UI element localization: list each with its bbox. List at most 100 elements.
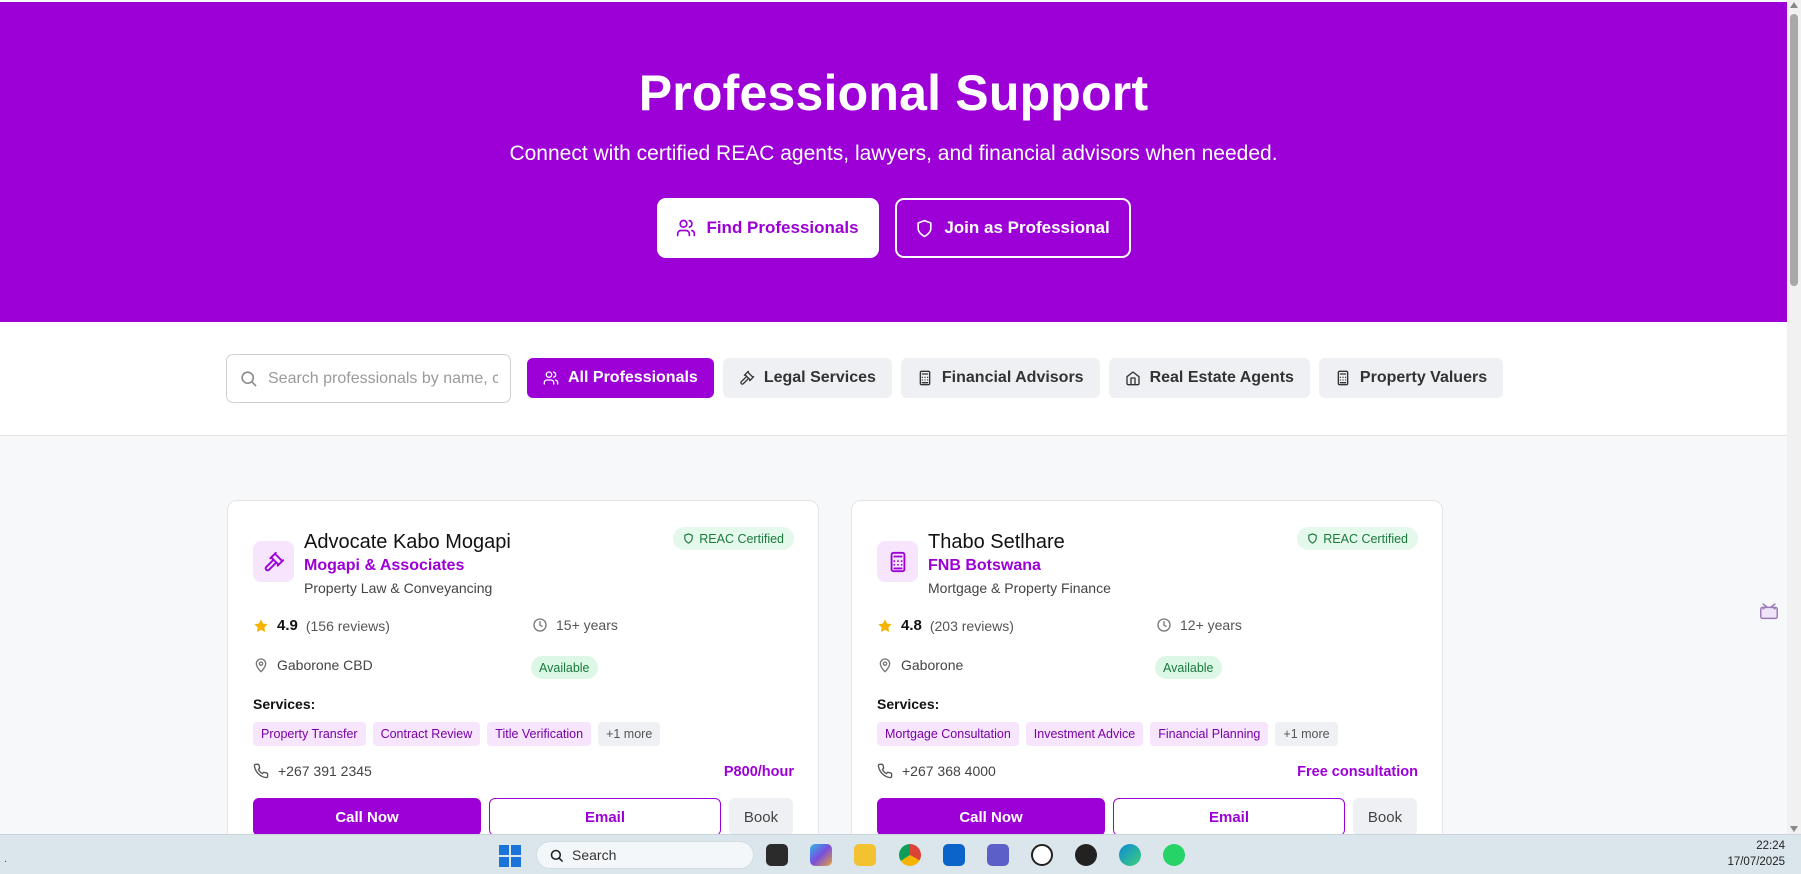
filter-chip-legal-services[interactable]: Legal Services — [722, 358, 892, 398]
price: P800/hour — [723, 764, 794, 780]
filter-chip-real-estate-agents[interactable]: Real Estate Agents — [1108, 358, 1310, 398]
professional-card: Thabo Setlhare FNB Botswana Mortgage & P… — [851, 500, 1443, 834]
taskbar-search-label: Search — [572, 847, 617, 863]
scroll-up-icon[interactable] — [1790, 2, 1798, 8]
email-button[interactable]: Email — [1113, 798, 1345, 834]
filter-chip-all-professionals[interactable]: All Professionals — [527, 358, 714, 398]
star-icon — [878, 618, 892, 632]
certified-badge-label: REAC Certified — [699, 531, 784, 546]
system-clock[interactable]: 22:24 17/07/2025 — [1727, 838, 1785, 870]
calculator-icon — [1337, 370, 1349, 386]
call-now-button[interactable]: Call Now — [253, 798, 481, 834]
clock-date: 17/07/2025 — [1727, 856, 1785, 868]
hero-subtitle: Connect with certified REAC agents, lawy… — [509, 142, 1278, 165]
rating: 4.8 (203 reviews) — [877, 617, 1014, 634]
filter-bar: All Professionals Legal Services Financi… — [0, 322, 1787, 436]
service-tags: Property Transfer Contract Review Title … — [253, 722, 661, 746]
calculator-icon — [877, 541, 918, 582]
join-as-professional-label: Join as Professional — [944, 218, 1110, 237]
filter-chip-label: All Professionals — [568, 369, 698, 386]
phone-number: +267 391 2345 — [278, 763, 372, 779]
edge-icon[interactable] — [1119, 844, 1141, 866]
availability-badge: Available — [531, 656, 598, 679]
filter-chip-label: Property Valuers — [1359, 369, 1488, 386]
hero-section: Professional Support Connect with certif… — [0, 2, 1787, 322]
book-button[interactable]: Book — [1353, 798, 1417, 834]
search-input[interactable] — [268, 369, 498, 388]
certified-badge-label: REAC Certified — [1323, 531, 1408, 546]
clock-icon — [1157, 618, 1171, 632]
experience-value: 12+ years — [1180, 617, 1242, 633]
service-tag: Financial Planning — [1150, 722, 1269, 746]
shield-icon — [917, 219, 932, 237]
taskbar-overflow-icon[interactable]: . — [4, 853, 7, 865]
rating: 4.9 (156 reviews) — [253, 617, 390, 634]
service-tag: Mortgage Consultation — [877, 722, 1019, 746]
find-professionals-button[interactable]: Find Professionals — [656, 198, 879, 258]
filter-chip-label: Legal Services — [763, 369, 876, 386]
card-actions: Call Now Email Book — [877, 798, 1417, 834]
more-services-tag[interactable]: +1 more — [1275, 722, 1338, 746]
professional-specialty: Mortgage & Property Finance — [928, 580, 1111, 596]
review-count: (156 reviews) — [305, 617, 390, 634]
users-icon — [543, 371, 559, 385]
join-as-professional-button[interactable]: Join as Professional — [894, 198, 1131, 258]
clock-icon — [533, 618, 547, 632]
page-scrollbar[interactable] — [1787, 0, 1801, 834]
scroll-down-icon[interactable] — [1790, 826, 1798, 832]
book-button[interactable]: Book — [729, 798, 793, 834]
location-value: Gaborone CBD — [277, 657, 373, 673]
file-explorer-icon[interactable] — [854, 844, 876, 866]
rating-value: 4.8 — [901, 617, 922, 634]
chatgpt-icon[interactable] — [1031, 844, 1053, 866]
search-icon — [241, 371, 257, 387]
teams-icon[interactable] — [987, 844, 1009, 866]
microsoft-365-icon[interactable] — [810, 844, 832, 866]
hero-actions: Find Professionals Join as Professional — [0, 198, 1787, 258]
rating-value: 4.9 — [277, 617, 298, 634]
professional-firm-link[interactable]: FNB Botswana — [928, 557, 1041, 575]
whatsapp-icon[interactable] — [1163, 844, 1185, 866]
outlook-icon[interactable] — [943, 844, 965, 866]
more-services-tag[interactable]: +1 more — [598, 722, 661, 746]
email-button[interactable]: Email — [489, 798, 721, 834]
gavel-icon — [253, 541, 294, 582]
certified-badge: REAC Certified — [673, 527, 794, 550]
scrollbar-thumb[interactable] — [1790, 14, 1798, 286]
taskbar-search[interactable]: Search — [536, 841, 754, 869]
app-icon[interactable] — [1075, 844, 1097, 866]
map-pin-icon — [255, 658, 267, 673]
location: Gaborone — [877, 657, 963, 673]
professional-name: Thabo Setlhare — [928, 531, 1065, 553]
availability-badge: Available — [1155, 656, 1222, 679]
chrome-icon[interactable] — [899, 844, 921, 866]
professional-card: Advocate Kabo Mogapi Mogapi & Associates… — [227, 500, 819, 834]
card-actions: Call Now Email Book — [253, 798, 793, 834]
experience: 12+ years — [1156, 617, 1242, 633]
certified-badge: REAC Certified — [1297, 527, 1418, 550]
experience: 15+ years — [532, 617, 618, 633]
filter-chip-financial-advisors[interactable]: Financial Advisors — [900, 358, 1100, 398]
star-icon — [254, 618, 268, 632]
task-view-icon[interactable] — [766, 844, 788, 866]
windows-start-icon[interactable] — [499, 845, 521, 867]
search-box — [226, 354, 511, 403]
sidebar-toggle-icon[interactable] — [1758, 600, 1780, 622]
services-label: Services: — [253, 696, 316, 712]
professional-name: Advocate Kabo Mogapi — [304, 531, 511, 553]
shield-icon — [684, 533, 693, 544]
calculator-icon — [919, 370, 931, 386]
review-count: (203 reviews) — [929, 617, 1014, 634]
filter-chip-label: Financial Advisors — [941, 369, 1084, 386]
call-now-button[interactable]: Call Now — [877, 798, 1105, 834]
phone: +267 391 2345 — [253, 763, 372, 779]
home-icon — [1125, 371, 1140, 386]
taskbar: . Search 22:24 17/07/2025 — [0, 834, 1801, 874]
find-professionals-label: Find Professionals — [706, 218, 859, 237]
filter-chip-property-valuers[interactable]: Property Valuers — [1318, 358, 1504, 398]
price: Free consultation — [1297, 764, 1418, 780]
professional-firm-link[interactable]: Mogapi & Associates — [304, 557, 464, 575]
filter-chip-label: Real Estate Agents — [1149, 369, 1294, 386]
service-tag: Investment Advice — [1025, 722, 1144, 746]
phone-icon — [877, 763, 893, 779]
